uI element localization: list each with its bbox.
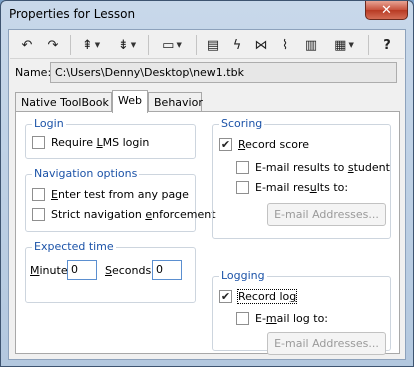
window-title: Properties for Lesson — [9, 7, 136, 21]
list-icon: ▦ — [334, 37, 347, 53]
ruler-button[interactable]: ▭ ▼ — [154, 35, 190, 55]
connector-icon: ⋈ — [254, 37, 268, 53]
email-results-to-label: E-mail results to: — [255, 181, 349, 194]
list-button[interactable]: ▦ ▼ — [328, 35, 360, 55]
close-icon: ✕ — [381, 2, 392, 18]
connector-button[interactable]: ⋈ — [250, 35, 272, 55]
distribute-icon: ⇟ — [117, 37, 129, 53]
align-icon: ⇞ — [81, 37, 93, 53]
scoring-group-title: Scoring — [219, 117, 265, 130]
script-icon: ▥ — [304, 37, 318, 53]
properties-icon: ▤ — [206, 37, 220, 53]
enter-any-page-checkbox[interactable]: Enter test from any page — [32, 188, 189, 201]
record-score-checkbox[interactable]: ✔ Record score — [219, 138, 309, 151]
email-results-student-label: E-mail results to student — [255, 161, 390, 174]
email-results-student-checkbox[interactable]: E-mail results to student — [236, 161, 390, 174]
navigation-group-title: Navigation options — [32, 167, 140, 180]
redo-button[interactable]: ↷ — [42, 35, 64, 55]
checkbox-box — [236, 161, 249, 174]
seconds-input[interactable]: 0 — [152, 260, 182, 280]
chevron-down-icon: ▼ — [348, 41, 354, 49]
enter-any-page-label: Enter test from any page — [51, 188, 189, 201]
help-icon: ? — [383, 37, 391, 53]
checkbox-box — [236, 312, 249, 325]
expected-time-group: Expected time Minutes 0 Seconds 0 — [25, 240, 196, 303]
name-field[interactable]: C:\Users\Denny\Desktop\new1.tbk — [50, 62, 397, 83]
require-lms-label: Require LMS login — [51, 136, 150, 149]
title-bar[interactable]: Properties for Lesson ✕ — [1, 1, 413, 27]
align-button[interactable]: ⇞ ▼ — [76, 35, 106, 55]
chevron-down-icon: ▼ — [130, 41, 137, 49]
path-icon: ⌇ — [281, 37, 289, 53]
checkbox-box — [32, 208, 45, 221]
minutes-input[interactable]: 0 — [67, 260, 97, 280]
ruler-icon: ▭ — [162, 37, 175, 53]
dialog-client: ↶ ↷ ⇞ ▼ ⇟ ▼ ▭ ▼ ▤ ϟ ⋈ ⌇ ▥ ▦ ▼ ? Name: C:\Use… — [8, 29, 406, 360]
seconds-label: Seconds — [105, 264, 152, 277]
name-label: Name: — [15, 66, 52, 79]
properties-button[interactable]: ▤ — [202, 35, 224, 55]
tab-web[interactable]: Web — [112, 90, 148, 113]
redo-icon: ↷ — [47, 37, 59, 53]
scoring-email-addresses-button[interactable]: E-mail Addresses... — [267, 203, 386, 226]
checkbox-box — [32, 136, 45, 149]
email-log-label: E-mail log to: — [255, 312, 329, 325]
record-log-checkbox[interactable]: ✔ Record log — [219, 289, 298, 304]
undo-icon: ↶ — [21, 37, 33, 53]
toolbar-separator — [70, 35, 71, 55]
tab-native-toolbook[interactable]: Native ToolBook — [15, 92, 112, 112]
checkbox-box — [32, 188, 45, 201]
distribute-button[interactable]: ⇟ ▼ — [112, 35, 142, 55]
navigation-group: Navigation options Enter test from any p… — [25, 167, 216, 232]
record-log-label: Record log — [236, 289, 298, 304]
logging-group-title: Logging — [219, 269, 267, 282]
chevron-down-icon: ▼ — [94, 41, 101, 49]
scoring-group: Scoring ✔ Record score E-mail results to… — [212, 117, 391, 239]
record-score-label: Record score — [238, 138, 310, 151]
check-icon: ✔ — [219, 290, 232, 303]
check-icon: ✔ — [219, 138, 232, 151]
toolbar-separator — [148, 35, 149, 55]
undo-button[interactable]: ↶ — [16, 35, 38, 55]
web-tab-panel: Login Require LMS login Navigation optio… — [15, 111, 400, 355]
login-group-title: Login — [32, 117, 66, 130]
script-button[interactable]: ▥ — [300, 35, 322, 55]
close-button[interactable]: ✕ — [365, 1, 408, 20]
chevron-down-icon: ▼ — [176, 41, 182, 49]
logging-email-addresses-button[interactable]: E-mail Addresses... — [267, 332, 386, 355]
toolbar-separator — [368, 35, 369, 55]
strict-navigation-label: Strict navigation enforcement — [51, 208, 216, 221]
email-log-checkbox[interactable]: E-mail log to: — [236, 312, 328, 325]
logging-group: Logging ✔ Record log E-mail log to: E-ma… — [212, 269, 391, 355]
toolbar: ↶ ↷ ⇞ ▼ ⇟ ▼ ▭ ▼ ▤ ϟ ⋈ ⌇ ▥ ▦ ▼ ? — [10, 31, 404, 59]
email-results-to-checkbox[interactable]: E-mail results to: — [236, 181, 348, 194]
checkbox-box — [236, 181, 249, 194]
login-group: Login Require LMS login — [25, 117, 196, 159]
lightning-icon: ϟ — [232, 37, 242, 53]
expected-time-group-title: Expected time — [32, 240, 116, 253]
tab-behavior[interactable]: Behavior — [148, 92, 203, 112]
help-button[interactable]: ? — [376, 35, 398, 55]
strict-navigation-checkbox[interactable]: Strict navigation enforcement — [32, 208, 216, 221]
path-button[interactable]: ⌇ — [274, 35, 296, 55]
toolbar-separator — [196, 35, 197, 55]
require-lms-checkbox[interactable]: Require LMS login — [32, 136, 149, 149]
actions-button[interactable]: ϟ — [226, 35, 248, 55]
properties-dialog: Properties for Lesson ✕ ↶ ↷ ⇞ ▼ ⇟ ▼ ▭ ▼ ▤ ϟ… — [0, 0, 414, 367]
